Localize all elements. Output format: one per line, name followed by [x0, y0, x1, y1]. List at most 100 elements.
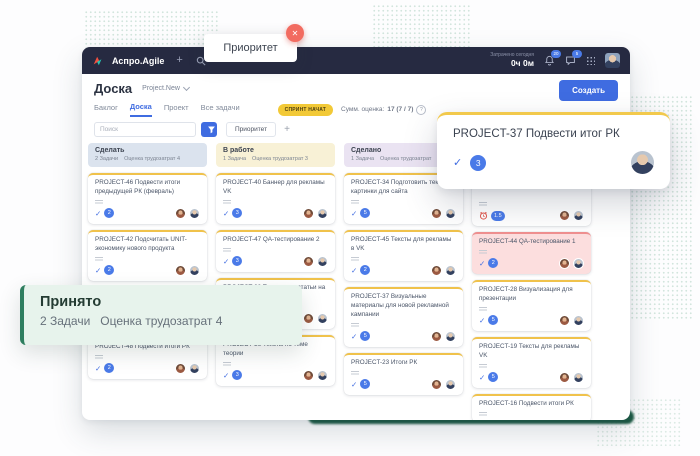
avatar-female[interactable] [303, 313, 314, 324]
column-header[interactable]: Сделать 2 Задачи Оценка трудозатрат 4 [88, 143, 207, 167]
avatar-female[interactable] [303, 208, 314, 219]
avatar-female[interactable] [559, 315, 570, 326]
assignee-avatars [428, 208, 456, 219]
check-icon: ✓ [351, 209, 357, 218]
avatar-female[interactable] [431, 379, 442, 390]
avatar-male[interactable] [189, 363, 200, 374]
column-tasks-count: 1 Задача [351, 156, 374, 162]
task-footer: ✓ 5 [351, 379, 456, 390]
avatar-male[interactable] [189, 208, 200, 219]
column-estimate: Оценка трудозатрат [380, 156, 431, 162]
check-icon: ✓ [479, 259, 485, 268]
avatar-male[interactable] [445, 208, 456, 219]
avatar-female[interactable] [431, 265, 442, 276]
messages-count-badge: 5 [572, 50, 582, 58]
avatar-female[interactable] [559, 258, 570, 269]
decor-speckles-top-right [372, 4, 472, 50]
score-summary: Сумм. оценка: 17 (7 / 7) ? [341, 105, 426, 115]
avatar-male[interactable] [317, 208, 328, 219]
description-icon [223, 362, 231, 367]
avatar-male[interactable] [573, 210, 584, 221]
estimate-badge: 1.5 [491, 211, 505, 221]
task-card[interactable]: PROJECT-45 Тексты для рекламы в VK ✓ 2 [344, 230, 463, 281]
create-button[interactable]: Создать [559, 80, 618, 101]
task-card[interactable]: PROJECT-28 Визуализация для презентации … [472, 280, 591, 331]
page-title: Доска [94, 81, 132, 96]
avatar-female[interactable] [559, 372, 570, 383]
add-task-icon[interactable]: + [176, 55, 182, 66]
tab-project[interactable]: Проект [164, 103, 189, 116]
apps-grid-icon[interactable] [586, 56, 595, 65]
notifications-count-badge: 20 [551, 50, 561, 58]
task-title: PROJECT-37 Визуальные материалы для ново… [351, 293, 456, 320]
task-card[interactable]: PROJECT-42 Подсчитать UNIT-экономику нов… [88, 230, 207, 281]
avatar-male[interactable] [445, 265, 456, 276]
avatar-female[interactable] [303, 370, 314, 381]
task-card-callout[interactable]: PROJECT-37 Подвести итог РК ✓ 3 [437, 112, 670, 189]
task-footer: ✓ 2 [351, 265, 456, 276]
notifications-bell-icon[interactable]: 20 [544, 55, 555, 66]
avatar-female[interactable] [559, 210, 570, 221]
avatar-female[interactable] [175, 363, 186, 374]
estimate-badge: 5 [488, 372, 498, 382]
task-card-overdue[interactable]: PROJECT-44 QA-тестирование 1 ✓ 2 [472, 232, 591, 274]
description-icon [223, 200, 231, 205]
task-card[interactable]: PROJECT-16 Подвести итоги РК [472, 394, 591, 420]
check-icon: ✓ [95, 266, 101, 275]
avatar-female[interactable] [431, 331, 442, 342]
estimate-badge: 5 [360, 208, 370, 218]
accepted-estimate: Оценка трудозатрат 4 [100, 314, 222, 328]
priority-filter-chip[interactable]: Приоритет [226, 122, 276, 137]
avatar-female[interactable] [303, 256, 314, 267]
screenshot-stage: Аспро.Agile + Сп Затрачено сегодня 0ч 0м… [0, 0, 700, 456]
avatar-female[interactable] [431, 208, 442, 219]
assignee-avatars [428, 265, 456, 276]
app-logo-icon [92, 55, 104, 67]
task-card[interactable]: PROJECT-37 Визуальные материалы для ново… [344, 287, 463, 347]
avatar-male[interactable] [445, 331, 456, 342]
tab-board[interactable]: Доска [130, 102, 152, 117]
avatar-male[interactable] [573, 372, 584, 383]
task-callout-footer: ✓ 3 [453, 151, 654, 174]
search-input[interactable] [94, 122, 196, 137]
estimate-badge: 3 [232, 370, 242, 380]
estimate-badge: 3 [232, 208, 242, 218]
avatar-male[interactable] [189, 265, 200, 276]
filter-button[interactable] [201, 122, 217, 137]
avatar-male[interactable] [631, 151, 654, 174]
column-header[interactable]: В работе 1 Задача Оценка трудозатрат 3 [216, 143, 335, 167]
avatar-male[interactable] [445, 379, 456, 390]
avatar-male[interactable] [317, 256, 328, 267]
avatar-male[interactable] [573, 315, 584, 326]
estimate-badge: 2 [104, 363, 114, 373]
estimate-badge: 3 [470, 155, 486, 171]
column-title: Сделать [95, 147, 200, 154]
time-tracker-value: 0ч 0м [490, 58, 534, 68]
info-icon[interactable]: ? [416, 105, 426, 115]
user-avatar[interactable] [605, 53, 620, 68]
project-selector[interactable]: Project.New [142, 85, 189, 92]
add-filter-icon[interactable]: + [284, 125, 290, 135]
task-title: PROJECT-16 Подвести итоги РК [479, 400, 584, 409]
accepted-title: Принято [40, 294, 286, 310]
task-title: PROJECT-42 Подсчитать UNIT-экономику нов… [95, 236, 200, 254]
close-icon[interactable]: ✕ [286, 24, 304, 42]
task-callout-title: PROJECT-37 Подвести итог РК [453, 128, 654, 140]
task-footer: 1.5 [479, 210, 584, 221]
avatar-male[interactable] [573, 258, 584, 269]
avatar-male[interactable] [317, 370, 328, 381]
tab-backlog[interactable]: Баклог [94, 103, 118, 116]
task-card[interactable]: PROJECT-23 Итоги РК ✓ 5 [344, 353, 463, 395]
task-card[interactable]: PROJECT-47 QA-тестирование 2 ✓ 3 [216, 230, 335, 272]
task-card[interactable]: PROJECT-19 Тексты для рекламы VK ✓ 5 [472, 337, 591, 388]
topbar-right: Затрачено сегодня 0ч 0м 20 5 [490, 52, 620, 68]
avatar-female[interactable] [175, 265, 186, 276]
avatar-male[interactable] [317, 313, 328, 324]
avatar-female[interactable] [175, 208, 186, 219]
check-icon: ✓ [479, 316, 485, 325]
tab-all-tasks[interactable]: Все задачи [201, 103, 240, 116]
task-card[interactable]: PROJECT-40 Баннер для рекламы VK ✓ 3 [216, 173, 335, 224]
task-card[interactable]: PROJECT-46 Подвести итоги предыдущей РК … [88, 173, 207, 224]
messages-icon[interactable]: 5 [565, 55, 576, 66]
estimate-badge: 3 [232, 256, 242, 266]
